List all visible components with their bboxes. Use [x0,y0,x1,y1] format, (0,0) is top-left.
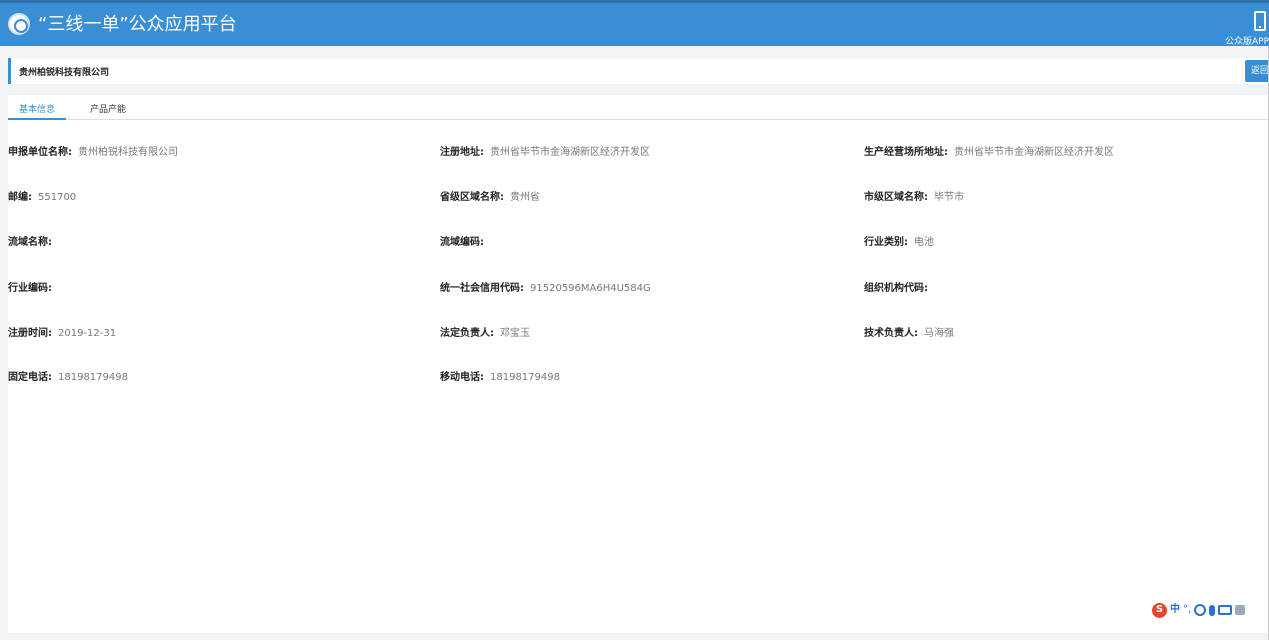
field-value: 马海强 [924,328,954,339]
keyboard-icon[interactable] [1218,605,1233,615]
platform-logo-icon [8,13,30,35]
field-value: 18198179498 [490,372,560,383]
field-registered-address: 注册地址: 贵州省毕节市金海湖新区经济开发区 [440,146,650,160]
field-label: 行业编码: [8,283,52,294]
field-label: 邮编: [8,192,32,203]
ime-language-toggle[interactable]: 中 [1170,603,1180,617]
tab-product-capacity[interactable]: 产品产能 [90,102,126,115]
field-value: 贵州省 [510,192,540,203]
field-label: 申报单位名称: [8,147,72,158]
tab-bar: 基本信息 产品产能 [8,95,1269,120]
top-header: “三线一单”公众应用平台 公众版APP [0,0,1269,47]
field-basin-code: 流域编码: [440,236,490,250]
company-bar: 贵州柏锐科技有限公司 返回 [8,58,1269,84]
field-label: 注册地址: [440,147,484,158]
field-label: 统一社会信用代码: [440,283,524,294]
field-register-date: 注册时间: 2019-12-31 [8,327,116,341]
field-basin-name: 流域名称: [8,236,58,250]
field-value: 电池 [914,237,934,248]
field-tech-person: 技术负责人: 马海强 [864,327,954,341]
field-label: 法定负责人: [440,328,494,339]
field-label: 省级区域名称: [440,192,504,203]
field-industry-code: 行业编码: [8,282,58,296]
field-value: 邓宝玉 [500,328,530,339]
emoji-icon[interactable] [1194,604,1207,616]
platform-title: “三线一单”公众应用平台 [38,14,237,35]
field-label: 组织机构代码: [864,283,928,294]
field-label: 行业类别: [864,237,908,248]
phone-icon [1254,11,1266,31]
microphone-icon[interactable] [1209,604,1216,616]
back-button[interactable]: 返回 [1245,60,1269,82]
field-value: 2019-12-31 [58,328,117,339]
field-value: 91520596MA6H4U584G [530,283,651,294]
ime-punctuation-toggle[interactable]: °, [1183,603,1191,617]
field-label: 技术负责人: [864,328,918,339]
field-label: 流域名称: [8,237,52,248]
company-name: 贵州柏锐科技有限公司 [19,68,110,78]
active-tab-indicator [8,118,66,120]
field-mobile: 移动电话: 18198179498 [440,371,560,385]
field-value: 18198179498 [58,372,128,383]
field-city: 市级区域名称: 毕节市 [864,191,964,205]
field-org-code: 组织机构代码: [864,282,934,296]
field-value: 贵州柏锐科技有限公司 [78,147,178,158]
field-applicant-name: 申报单位名称: 贵州柏锐科技有限公司 [8,146,178,160]
ime-toolbar[interactable]: S 中 °, [1152,600,1266,620]
field-label: 生产经营场所地址: [864,147,948,158]
field-label: 固定电话: [8,372,52,383]
detail-panel: 基本信息 产品产能 申报单位名称: 贵州柏锐科技有限公司 注册地址: 贵州省毕节市金… [8,95,1269,633]
public-app-link[interactable]: 公众版APP [1224,7,1269,47]
field-value: 贵州省毕节市金海湖新区经济开发区 [954,147,1114,158]
field-value: 贵州省毕节市金海湖新区经济开发区 [490,147,650,158]
field-postcode: 邮编: 551700 [8,191,76,205]
field-label: 移动电话: [440,372,484,383]
skin-icon[interactable] [1235,605,1246,615]
field-operating-address: 生产经营场所地址: 贵州省毕节市金海湖新区经济开发区 [864,146,1114,160]
field-legal-person: 法定负责人: 邓宝玉 [440,327,530,341]
field-value: 毕节市 [934,192,964,203]
field-label: 注册时间: [8,328,52,339]
sogou-logo-icon[interactable]: S [1152,602,1167,618]
field-value: 551700 [38,192,77,203]
public-app-label: 公众版APP [1224,37,1269,47]
field-label: 流域编码: [440,237,484,248]
field-industry-type: 行业类别: 电池 [864,236,934,250]
field-credit-code: 统一社会信用代码: 91520596MA6H4U584G [440,282,651,296]
tab-basic-info[interactable]: 基本信息 [19,102,55,115]
field-province: 省级区域名称: 贵州省 [440,191,540,205]
field-landline: 固定电话: 18198179498 [8,371,128,385]
field-label: 市级区域名称: [864,192,928,203]
